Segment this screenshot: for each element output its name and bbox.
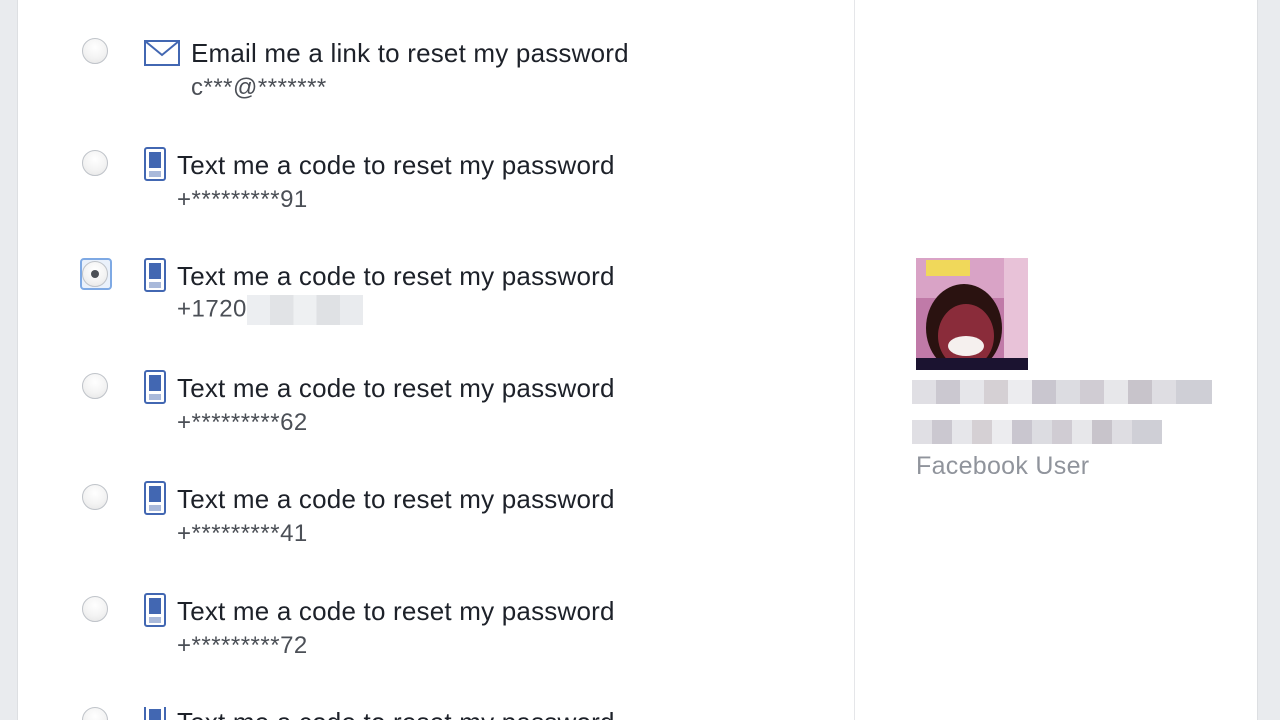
option-label: Text me a code to reset my password bbox=[177, 596, 615, 626]
option-contact: +*********72 bbox=[177, 632, 308, 659]
option-sms[interactable]: Text me a code to reset my password +***… bbox=[18, 481, 838, 574]
radio-email[interactable] bbox=[82, 38, 108, 64]
option-label: Text me a code to reset my password bbox=[177, 707, 615, 720]
phone-icon bbox=[144, 707, 166, 720]
redacted-name-line-2 bbox=[912, 420, 1162, 444]
option-label: Text me a code to reset my password bbox=[177, 261, 615, 291]
phone-icon bbox=[144, 593, 166, 632]
radio-sms[interactable] bbox=[82, 596, 108, 622]
option-contact: +*********62 bbox=[177, 409, 308, 436]
recovery-card: Email me a link to reset my password c**… bbox=[17, 0, 1258, 720]
radio-sms[interactable] bbox=[82, 373, 108, 399]
column-divider bbox=[854, 0, 855, 720]
option-label: Text me a code to reset my password bbox=[177, 150, 615, 180]
phone-icon bbox=[144, 258, 166, 297]
envelope-icon bbox=[144, 40, 180, 71]
phone-icon bbox=[144, 370, 166, 409]
radio-sms[interactable] bbox=[82, 150, 108, 176]
option-contact: +1720 bbox=[177, 295, 363, 325]
option-sms[interactable]: Text me a code to reset my password bbox=[18, 707, 838, 720]
option-contact: +*********41 bbox=[177, 520, 308, 547]
option-contact: c***@******* bbox=[191, 74, 327, 101]
phone-icon bbox=[144, 481, 166, 520]
option-sms[interactable]: Text me a code to reset my password +***… bbox=[18, 593, 838, 686]
radio-sms-selected[interactable] bbox=[82, 261, 108, 287]
option-label: Text me a code to reset my password bbox=[177, 484, 615, 514]
option-contact: +*********91 bbox=[177, 186, 308, 213]
option-sms[interactable]: Text me a code to reset my password +***… bbox=[18, 370, 838, 463]
profile-label: Facebook User bbox=[916, 452, 1090, 480]
option-sms-selected[interactable]: Text me a code to reset my password +172… bbox=[18, 258, 838, 351]
radio-sms[interactable] bbox=[82, 484, 108, 510]
redacted-name-line-1 bbox=[912, 380, 1212, 404]
phone-icon bbox=[144, 147, 166, 186]
radio-sms[interactable] bbox=[82, 707, 108, 720]
contact-prefix: +1720 bbox=[177, 295, 247, 323]
profile-avatar bbox=[916, 258, 1028, 370]
option-sms[interactable]: Text me a code to reset my password +***… bbox=[18, 147, 838, 240]
redacted-blur bbox=[246, 295, 363, 325]
option-email[interactable]: Email me a link to reset my password c**… bbox=[18, 38, 838, 128]
option-label: Text me a code to reset my password bbox=[177, 373, 615, 403]
option-label: Email me a link to reset my password bbox=[191, 38, 629, 68]
